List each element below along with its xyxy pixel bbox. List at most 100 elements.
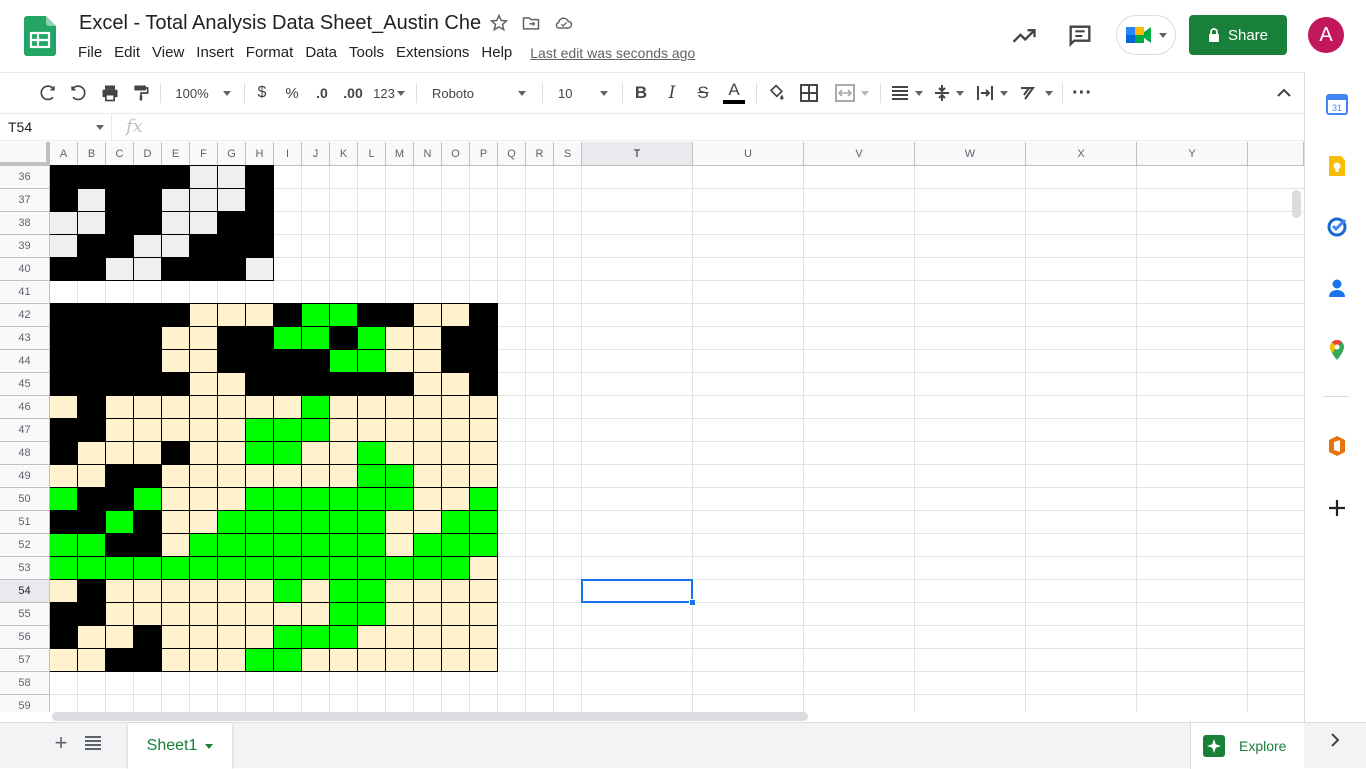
cell-O46[interactable] xyxy=(441,395,470,419)
cell-P49[interactable] xyxy=(469,464,498,488)
row-header-55[interactable]: 55 xyxy=(0,603,50,626)
cell-F49[interactable] xyxy=(189,464,218,488)
cell-K43[interactable] xyxy=(329,326,358,350)
spreadsheet-grid[interactable]: A B C D E F G H I J K L M N O P Q R S T U V W X Y 36 37 38 39 40 41 42 4… xyxy=(0,142,1304,712)
column-header-J[interactable]: J xyxy=(302,142,330,166)
cell-B50[interactable] xyxy=(77,487,106,511)
cell-L48[interactable] xyxy=(357,441,386,465)
cell-A46[interactable] xyxy=(49,395,78,419)
cell-P51[interactable] xyxy=(469,510,498,534)
cell-M55[interactable] xyxy=(385,602,414,626)
cell-A47[interactable] xyxy=(49,418,78,442)
contacts-icon[interactable] xyxy=(1325,276,1349,300)
cell-F36[interactable] xyxy=(189,165,218,189)
cell-D49[interactable] xyxy=(133,464,162,488)
cell-P50[interactable] xyxy=(469,487,498,511)
cloud-status-icon[interactable] xyxy=(553,12,575,34)
more-options-icon[interactable]: ··· xyxy=(1070,73,1094,113)
select-all-corner[interactable] xyxy=(0,142,50,166)
cell-L45[interactable] xyxy=(357,372,386,396)
cell-M56[interactable] xyxy=(385,625,414,649)
row-header-50[interactable]: 50 xyxy=(0,488,50,511)
redo-icon[interactable] xyxy=(66,73,90,113)
column-header-T[interactable]: T xyxy=(582,142,693,166)
cell-L46[interactable] xyxy=(357,395,386,419)
cell-M42[interactable] xyxy=(385,303,414,327)
column-header-I[interactable]: I xyxy=(274,142,302,166)
cell-C43[interactable] xyxy=(105,326,134,350)
cell-K57[interactable] xyxy=(329,648,358,672)
cell-I45[interactable] xyxy=(273,372,302,396)
cell-D43[interactable] xyxy=(133,326,162,350)
cell-B52[interactable] xyxy=(77,533,106,557)
cell-E36[interactable] xyxy=(161,165,190,189)
cell-E51[interactable] xyxy=(161,510,190,534)
cell-D45[interactable] xyxy=(133,372,162,396)
row-header-58[interactable]: 58 xyxy=(0,672,50,695)
column-header-L[interactable]: L xyxy=(358,142,386,166)
cell-O48[interactable] xyxy=(441,441,470,465)
cell-D57[interactable] xyxy=(133,648,162,672)
cell-A49[interactable] xyxy=(49,464,78,488)
cell-C46[interactable] xyxy=(105,395,134,419)
cell-H49[interactable] xyxy=(245,464,274,488)
cell-E43[interactable] xyxy=(161,326,190,350)
cell-C39[interactable] xyxy=(105,234,134,258)
cell-F57[interactable] xyxy=(189,648,218,672)
cell-B56[interactable] xyxy=(77,625,106,649)
cell-L57[interactable] xyxy=(357,648,386,672)
cell-N54[interactable] xyxy=(413,579,442,603)
cell-G45[interactable] xyxy=(217,372,246,396)
cell-J48[interactable] xyxy=(301,441,330,465)
cell-I56[interactable] xyxy=(273,625,302,649)
cell-E47[interactable] xyxy=(161,418,190,442)
menu-edit[interactable]: Edit xyxy=(108,42,146,64)
cell-J50[interactable] xyxy=(301,487,330,511)
cell-B37[interactable] xyxy=(77,188,106,212)
cell-A55[interactable] xyxy=(49,602,78,626)
cell-L51[interactable] xyxy=(357,510,386,534)
cell-H42[interactable] xyxy=(245,303,274,327)
explore-button[interactable]: Explore xyxy=(1190,723,1304,769)
cell-L53[interactable] xyxy=(357,556,386,580)
menu-view[interactable]: View xyxy=(146,42,190,64)
percent-format-button[interactable]: % xyxy=(282,73,302,113)
cell-D46[interactable] xyxy=(133,395,162,419)
cell-L44[interactable] xyxy=(357,349,386,373)
cell-P42[interactable] xyxy=(469,303,498,327)
font-family-select[interactable]: Roboto xyxy=(424,73,534,113)
cell-H51[interactable] xyxy=(245,510,274,534)
cell-E48[interactable] xyxy=(161,441,190,465)
cell-K49[interactable] xyxy=(329,464,358,488)
cell-N56[interactable] xyxy=(413,625,442,649)
cell-M52[interactable] xyxy=(385,533,414,557)
cell-J43[interactable] xyxy=(301,326,330,350)
cell-D52[interactable] xyxy=(133,533,162,557)
cell-H48[interactable] xyxy=(245,441,274,465)
column-header-R[interactable]: R xyxy=(526,142,554,166)
cell-G54[interactable] xyxy=(217,579,246,603)
cell-K46[interactable] xyxy=(329,395,358,419)
row-header-41[interactable]: 41 xyxy=(0,281,50,304)
cell-H45[interactable] xyxy=(245,372,274,396)
cell-H36[interactable] xyxy=(245,165,274,189)
cell-O49[interactable] xyxy=(441,464,470,488)
cell-P44[interactable] xyxy=(469,349,498,373)
cell-D42[interactable] xyxy=(133,303,162,327)
row-header-51[interactable]: 51 xyxy=(0,511,50,534)
cell-C36[interactable] xyxy=(105,165,134,189)
cell-E54[interactable] xyxy=(161,579,190,603)
cell-G52[interactable] xyxy=(217,533,246,557)
cell-E52[interactable] xyxy=(161,533,190,557)
office-addon-icon[interactable] xyxy=(1325,434,1349,458)
cell-F56[interactable] xyxy=(189,625,218,649)
cell-K53[interactable] xyxy=(329,556,358,580)
cell-E49[interactable] xyxy=(161,464,190,488)
cell-B39[interactable] xyxy=(77,234,106,258)
cell-K50[interactable] xyxy=(329,487,358,511)
cell-O47[interactable] xyxy=(441,418,470,442)
font-size-select[interactable]: 10 xyxy=(550,73,616,113)
active-cell-selection[interactable] xyxy=(581,579,693,603)
cell-N44[interactable] xyxy=(413,349,442,373)
cell-M48[interactable] xyxy=(385,441,414,465)
